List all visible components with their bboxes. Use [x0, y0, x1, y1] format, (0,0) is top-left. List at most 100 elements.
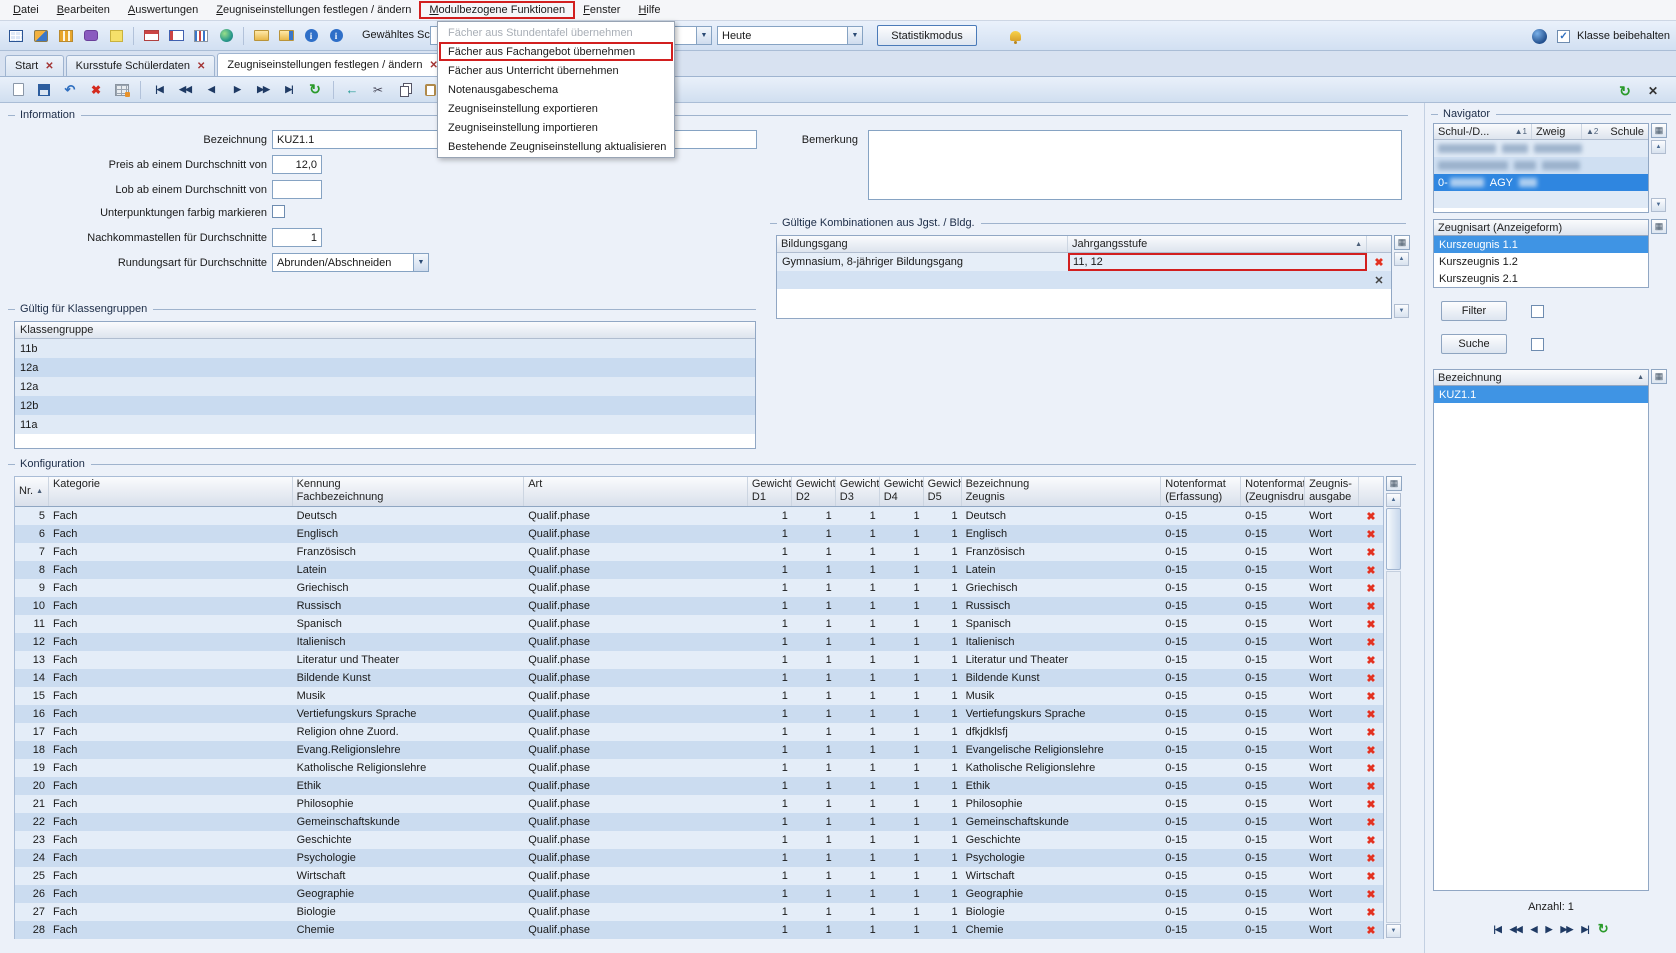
undo-icon[interactable]: ↶: [59, 80, 81, 100]
delete-row-icon[interactable]: ✖: [1374, 256, 1383, 269]
bell-icon[interactable]: [1004, 26, 1026, 46]
zeugnisart-item[interactable]: Kurszeugnis 2.1: [1434, 270, 1648, 287]
konfiguration-row[interactable]: 19 Fach Katholische Religionslehre Quali…: [15, 759, 1383, 777]
scroll-down-icon[interactable]: ▼: [1394, 304, 1409, 318]
nav-prev-icon[interactable]: ◀: [1531, 924, 1537, 935]
save-icon[interactable]: [33, 80, 55, 100]
report-card-icon[interactable]: [165, 26, 187, 46]
nav-last-icon[interactable]: ▶|: [1581, 924, 1588, 935]
delete-row-icon[interactable]: ✖: [1366, 637, 1375, 649]
delete-row-icon[interactable]: ✖: [1366, 817, 1375, 829]
delete-row-icon[interactable]: ✖: [1366, 745, 1375, 757]
delete-row-icon[interactable]: ✖: [1366, 907, 1375, 919]
back-arrow-icon[interactable]: ←: [341, 80, 363, 100]
bezeichnung-item[interactable]: KUZ1.1: [1434, 386, 1648, 403]
chevron-down-icon[interactable]: ▼: [413, 254, 428, 271]
nav-fast-prev-icon[interactable]: ◀◀: [1510, 924, 1522, 935]
konfiguration-row[interactable]: 15 Fach Musik Qualif.phase 1 1 1 1 1 Mus…: [15, 687, 1383, 705]
zeugnisart-list[interactable]: Kurszeugnis 1.1Kurszeugnis 1.2Kurszeugni…: [1433, 236, 1649, 288]
search-button[interactable]: Suche: [1441, 334, 1507, 354]
school-row-redacted[interactable]: [1434, 157, 1648, 174]
konfiguration-row[interactable]: 28 Fach Chemie Qualif.phase 1 1 1 1 1 Ch…: [15, 921, 1383, 939]
konfiguration-row[interactable]: 18 Fach Evang.Religionslehre Qualif.phas…: [15, 741, 1383, 759]
menu-dropdown-item[interactable]: Fächer aus Stundentafel übernehmen: [439, 23, 673, 42]
unterpunktungen-checkbox[interactable]: [272, 205, 285, 218]
konfiguration-row[interactable]: 24 Fach Psychologie Qualif.phase 1 1 1 1…: [15, 849, 1383, 867]
scrollbar-track[interactable]: [1386, 571, 1401, 923]
notes-icon[interactable]: [105, 26, 127, 46]
scroll-up-icon[interactable]: ▲: [1394, 252, 1409, 266]
delete-row-icon[interactable]: ✖: [1366, 889, 1375, 901]
delete-row-icon[interactable]: ✖: [1366, 871, 1375, 883]
delete-row-icon[interactable]: ✖: [1366, 799, 1375, 811]
date-select[interactable]: Heute ▼: [717, 26, 863, 45]
chevron-down-icon[interactable]: ▼: [847, 27, 862, 44]
refresh-icon[interactable]: ↻: [1598, 921, 1609, 937]
export-folder-icon[interactable]: [250, 26, 272, 46]
menu-dropdown-item[interactable]: Zeugniseinstellung exportieren: [439, 99, 673, 118]
messages-icon[interactable]: [80, 26, 102, 46]
nav-fast-next-icon[interactable]: ▶▶: [1560, 924, 1572, 935]
keep-class-checkbox[interactable]: ✓: [1557, 30, 1570, 43]
scroll-down-icon[interactable]: ▼: [1386, 924, 1401, 938]
delete-row-icon[interactable]: ✖: [1366, 727, 1375, 739]
delete-row-icon[interactable]: ✖: [1366, 655, 1375, 667]
menu-item[interactable]: Modulbezogene Funktionen: [420, 2, 574, 18]
delete-row-icon[interactable]: ✖: [1366, 709, 1375, 721]
delete-row-icon[interactable]: ✖: [1366, 547, 1375, 559]
bemerkung-textarea[interactable]: [868, 130, 1402, 200]
konfiguration-row[interactable]: 21 Fach Philosophie Qualif.phase 1 1 1 1…: [15, 795, 1383, 813]
delete-row-icon[interactable]: ✖: [1366, 691, 1375, 703]
klassengruppen-list[interactable]: Klassengruppe 11b12a12a12b11a: [14, 321, 756, 449]
bezeichnung-list[interactable]: KUZ1.1: [1433, 386, 1649, 891]
konfiguration-row[interactable]: 5 Fach Deutsch Qualif.phase 1 1 1 1 1 De…: [15, 507, 1383, 525]
world-icon[interactable]: [1528, 26, 1550, 46]
konfiguration-row[interactable]: 6 Fach Englisch Qualif.phase 1 1 1 1 1 E…: [15, 525, 1383, 543]
rundungsart-select[interactable]: Abrunden/Abschneiden ▼: [272, 253, 429, 272]
kombinationen-empty-row[interactable]: ✕: [777, 271, 1391, 289]
menu-dropdown-item[interactable]: Zeugniseinstellung importieren: [439, 118, 673, 137]
klassengruppe-row[interactable]: 12b: [15, 396, 755, 415]
kombinationen-table-header[interactable]: Bildungsgang Jahrgangsstufe▲: [777, 236, 1391, 253]
delete-row-icon[interactable]: ✖: [1366, 763, 1375, 775]
delete-row-icon[interactable]: ✖: [1366, 781, 1375, 793]
delete-row-icon[interactable]: ✖: [1366, 565, 1375, 577]
scroll-up-icon[interactable]: ▲: [1386, 493, 1401, 507]
konfiguration-row[interactable]: 11 Fach Spanisch Qualif.phase 1 1 1 1 1 …: [15, 615, 1383, 633]
copy-icon[interactable]: [393, 80, 415, 100]
table-settings-icon[interactable]: ▦: [1651, 219, 1667, 234]
nav-next-icon[interactable]: ▶: [1546, 924, 1552, 935]
delete-row-icon[interactable]: ✖: [1366, 583, 1375, 595]
delete-row-icon[interactable]: ✖: [1366, 673, 1375, 685]
school-row-redacted[interactable]: [1434, 140, 1648, 157]
nachkomma-input[interactable]: 1: [272, 228, 322, 247]
konfiguration-row[interactable]: 22 Fach Gemeinschaftskunde Qualif.phase …: [15, 813, 1383, 831]
zeugnisart-item[interactable]: Kurszeugnis 1.1: [1434, 236, 1648, 253]
bezeichnung-list-header[interactable]: Bezeichnung ▲: [1433, 369, 1649, 386]
tab-close-icon[interactable]: ✕: [45, 61, 53, 72]
students-icon[interactable]: [30, 26, 52, 46]
konfiguration-table[interactable]: Nr.▲ Kategorie KennungFachbezeichnung Ar…: [14, 476, 1384, 939]
preis-input[interactable]: 12,0: [272, 155, 322, 174]
delete-row-icon[interactable]: ✖: [1366, 925, 1375, 937]
tab[interactable]: Kursstufe Schülerdaten ✕: [66, 55, 216, 76]
delete-row-icon[interactable]: ✖: [1366, 619, 1375, 631]
menu-item[interactable]: Datei: [4, 2, 48, 18]
konfiguration-row[interactable]: 20 Fach Ethik Qualif.phase 1 1 1 1 1 Eth…: [15, 777, 1383, 795]
statistics-mode-button[interactable]: Statistikmodus: [877, 25, 977, 46]
konfiguration-row[interactable]: 10 Fach Russisch Qualif.phase 1 1 1 1 1 …: [15, 597, 1383, 615]
konfiguration-row[interactable]: 26 Fach Geographie Qualif.phase 1 1 1 1 …: [15, 885, 1383, 903]
student-card-icon[interactable]: [140, 26, 162, 46]
konfiguration-table-header[interactable]: Nr.▲ Kategorie KennungFachbezeichnung Ar…: [15, 477, 1383, 507]
scroll-down-icon[interactable]: ▼: [1651, 198, 1666, 212]
menu-item[interactable]: Zeugniseinstellungen festlegen / ändern: [207, 2, 420, 18]
konfiguration-row[interactable]: 12 Fach Italienisch Qualif.phase 1 1 1 1…: [15, 633, 1383, 651]
nav-last-icon[interactable]: ▶|: [278, 80, 300, 100]
timetable-grid-icon[interactable]: [5, 26, 27, 46]
zeugnisart-item[interactable]: Kurszeugnis 1.2: [1434, 253, 1648, 270]
klassengruppe-row[interactable]: 11a: [15, 415, 755, 434]
web-icon[interactable]: [215, 26, 237, 46]
konfiguration-row[interactable]: 23 Fach Geschichte Qualif.phase 1 1 1 1 …: [15, 831, 1383, 849]
kombinationen-row[interactable]: Gymnasium, 8-jähriger Bildungsgang 11, 1…: [777, 253, 1391, 271]
menu-item[interactable]: Bearbeiten: [48, 2, 119, 18]
